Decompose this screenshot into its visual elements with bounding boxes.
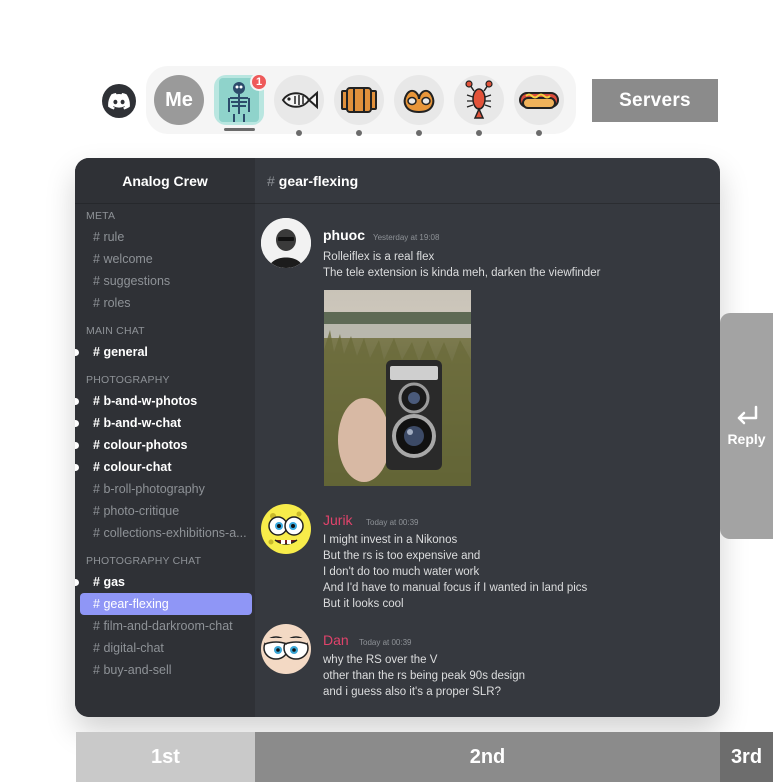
message-line: I might invest in a Nikonos	[323, 534, 458, 546]
category-main-chat[interactable]: MAIN CHAT	[86, 325, 145, 337]
message-line: But the rs is too expensive and	[323, 550, 481, 562]
hash-icon: #	[267, 172, 275, 189]
discord-icon[interactable]	[102, 84, 136, 118]
server-unread-dot	[356, 130, 362, 136]
unread-indicator	[75, 442, 79, 449]
message-timestamp: Yesterday at 19:08	[373, 233, 440, 242]
pretzel-icon	[403, 89, 435, 114]
barrel-icon	[341, 87, 377, 113]
message-line: The tele extension is kinda meh, darken …	[323, 267, 601, 279]
lobster-icon	[465, 80, 493, 119]
message-timestamp: Today at 00:39	[359, 638, 412, 647]
discord-window: Analog Crew META # rule # welcome # sugg…	[75, 158, 720, 717]
message-line: why the RS over the V	[323, 654, 438, 666]
barrel-server-button[interactable]	[334, 75, 384, 125]
channel-collections-exhibitions[interactable]: # collections-exhibitions-a...	[93, 526, 251, 540]
channel-suggestions[interactable]: # suggestions	[93, 274, 251, 288]
channel-buy-and-sell[interactable]: # buy-and-sell	[93, 663, 251, 677]
server-unread-dot	[296, 130, 302, 136]
message-line: And I'd have to manual focus if I wanted…	[323, 582, 588, 594]
pretzel-server-button[interactable]	[394, 75, 444, 125]
channel-sidebar: Analog Crew META # rule # welcome # sugg…	[75, 158, 255, 717]
channel-colour-photos[interactable]: # colour-photos	[93, 438, 251, 452]
channel-general[interactable]: # general	[93, 345, 251, 359]
column-label-second: 2nd	[255, 732, 720, 782]
unread-indicator	[75, 579, 79, 586]
avatar[interactable]	[261, 504, 311, 554]
channel-b-and-w-chat[interactable]: # b-and-w-chat	[93, 416, 251, 430]
avatar[interactable]	[261, 624, 311, 674]
active-server-indicator	[224, 128, 255, 131]
unread-indicator	[75, 349, 79, 356]
message-author[interactable]: phuoc	[323, 227, 365, 243]
notification-badge: 1	[250, 73, 268, 91]
column-label-first: 1st	[76, 732, 255, 782]
channel-colour-chat[interactable]: # colour-chat	[93, 460, 251, 474]
channel-digital-chat[interactable]: # digital-chat	[93, 641, 251, 655]
message-list: phuoc Yesterday at 19:08 Rolleiflex is a…	[255, 204, 720, 717]
channel-roles[interactable]: # roles	[93, 296, 251, 310]
category-meta[interactable]: META	[86, 210, 115, 222]
category-photography-chat[interactable]: PHOTOGRAPHY CHAT	[86, 555, 201, 567]
attached-camera-photo[interactable]	[324, 290, 471, 486]
reply-arrow-icon	[737, 405, 757, 425]
channel-b-roll-photography[interactable]: # b-roll-photography	[93, 482, 251, 496]
message-line: Rolleiflex is a real flex	[323, 251, 435, 263]
reply-button[interactable]: Reply	[720, 313, 773, 539]
message-line: But it looks cool	[323, 598, 404, 610]
servers-label: Servers	[592, 79, 718, 122]
message-line: other than the rs being peak 90s design	[323, 670, 526, 682]
hotdog-server-button[interactable]	[514, 75, 564, 125]
server-unread-dot	[416, 130, 422, 136]
hotdog-icon	[519, 92, 559, 109]
guild-name-header[interactable]: Analog Crew	[75, 158, 255, 204]
message-timestamp: Today at 00:39	[366, 518, 419, 527]
message-line: and i guess also it's a proper SLR?	[323, 686, 501, 698]
category-photography[interactable]: PHOTOGRAPHY	[86, 374, 170, 386]
channel-photo-critique[interactable]: # photo-critique	[93, 504, 251, 518]
column-label-third: 3rd	[720, 732, 773, 782]
message-author[interactable]: Dan	[323, 632, 349, 648]
channel-header: # gear-flexing	[255, 158, 720, 204]
server-unread-dot	[536, 130, 542, 136]
unread-indicator	[75, 398, 79, 405]
channel-rule[interactable]: # rule	[93, 230, 251, 244]
fish-server-button[interactable]	[274, 75, 324, 125]
unread-indicator	[75, 464, 79, 471]
channel-gear-flexing[interactable]: # gear-flexing	[80, 593, 252, 615]
me-label: Me	[165, 88, 193, 111]
channel-film-and-darkroom-chat[interactable]: # film-and-darkroom-chat	[93, 619, 251, 633]
reply-label: Reply	[727, 431, 766, 447]
message-line: I don't do too much water work	[323, 566, 480, 578]
fish-icon	[281, 90, 318, 110]
me-server-button[interactable]: Me	[154, 75, 204, 125]
channel-gas[interactable]: # gas	[93, 575, 251, 589]
lobster-server-button[interactable]	[454, 75, 504, 125]
message-author[interactable]: Jurik	[323, 512, 353, 528]
server-unread-dot	[476, 130, 482, 136]
unread-indicator	[75, 420, 79, 427]
channel-title: gear-flexing	[278, 172, 359, 189]
channel-welcome[interactable]: # welcome	[93, 252, 251, 266]
channel-b-and-w-photos[interactable]: # b-and-w-photos	[93, 394, 251, 408]
avatar[interactable]	[261, 218, 311, 268]
